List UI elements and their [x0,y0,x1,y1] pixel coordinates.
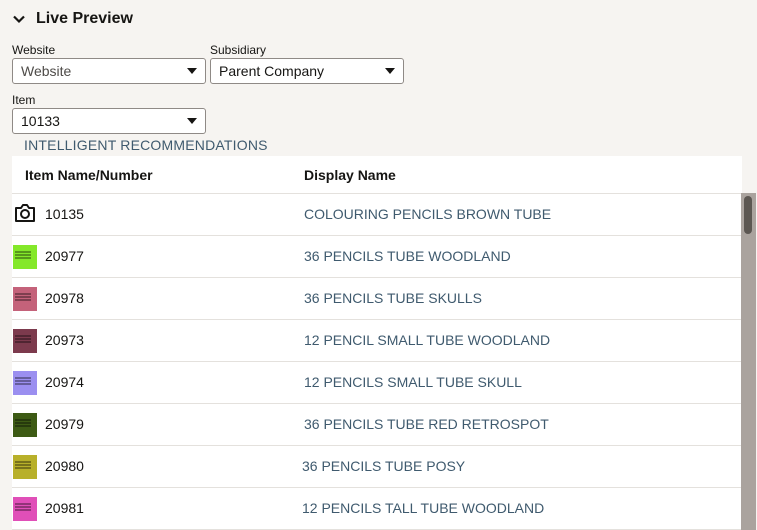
display-name-link[interactable]: 36 PENCILS TUBE POSY [302,458,465,474]
display-name-link[interactable]: 12 PENCILS TALL TUBE WOODLAND [302,500,544,516]
subsidiary-value: Parent Company [219,63,325,79]
table-header: Item Name/Number Display Name [12,156,742,194]
item-thumbnail [13,329,37,353]
dropdown-caret-icon [187,118,197,124]
item-number: 20978 [45,290,84,306]
website-label: Website [12,43,56,57]
table-row[interactable]: 20979 36 PENCILS TUBE RED RETROSPOT [12,404,742,446]
column-header-display: Display Name [304,167,396,183]
table-row[interactable]: 10135 COLOURING PENCILS BROWN TUBE [12,194,742,236]
subsidiary-label: Subsidiary [210,43,267,57]
website-value: Website [21,63,72,79]
item-thumbnail [13,245,37,269]
table-row[interactable]: 20981 12 PENCILS TALL TUBE WOODLAND [12,488,742,530]
item-thumbnail [13,497,37,521]
item-number: 20979 [45,416,84,432]
dropdown-caret-icon [187,68,197,74]
display-name-link[interactable]: 36 PENCILS TUBE RED RETROSPOT [304,416,549,432]
item-value: 10133 [21,113,60,129]
website-select[interactable]: Website [12,58,206,84]
item-thumbnail [13,287,37,311]
scrollbar-thumb[interactable] [744,196,752,234]
live-preview-toggle[interactable]: Live Preview [12,8,133,30]
table-row[interactable]: 20974 12 PENCILS SMALL TUBE SKULL [12,362,742,404]
table-row[interactable]: 20980 36 PENCILS TUBE POSY [12,446,742,488]
camera-icon [15,204,35,222]
item-number: 20974 [45,374,84,390]
table-row[interactable]: 20978 36 PENCILS TUBE SKULLS [12,278,742,320]
display-name-link[interactable]: 36 PENCILS TUBE WOODLAND [304,248,511,264]
item-label: Item [12,93,36,107]
dropdown-caret-icon [385,68,395,74]
table-row[interactable]: 20977 36 PENCILS TUBE WOODLAND [12,236,742,278]
table-scrollbar[interactable] [741,193,756,530]
item-select[interactable]: 10133 [12,108,206,134]
item-number: 20980 [45,458,84,474]
table-row[interactable]: 20973 12 PENCIL SMALL TUBE WOODLAND [12,320,742,362]
display-name-link[interactable]: 12 PENCIL SMALL TUBE WOODLAND [304,332,550,348]
item-number: 20981 [45,500,84,516]
item-thumbnail [13,371,37,395]
item-number: 10135 [45,206,84,222]
recommendations-table: Item Name/Number Display Name 10135 COLO… [12,156,742,530]
item-thumbnail [13,455,37,479]
display-name-link[interactable]: 12 PENCILS SMALL TUBE SKULL [304,374,522,390]
display-name-link[interactable]: 36 PENCILS TUBE SKULLS [304,290,482,306]
section-title: Live Preview [36,10,133,27]
display-name-link[interactable]: COLOURING PENCILS BROWN TUBE [304,206,551,222]
chevron-down-icon [13,15,25,24]
item-number: 20977 [45,248,84,264]
column-header-item: Item Name/Number [25,167,153,183]
recommendations-heading: INTELLIGENT RECOMMENDATIONS [24,137,268,153]
subsidiary-select[interactable]: Parent Company [210,58,404,84]
item-number: 20973 [45,332,84,348]
item-thumbnail [13,413,37,437]
